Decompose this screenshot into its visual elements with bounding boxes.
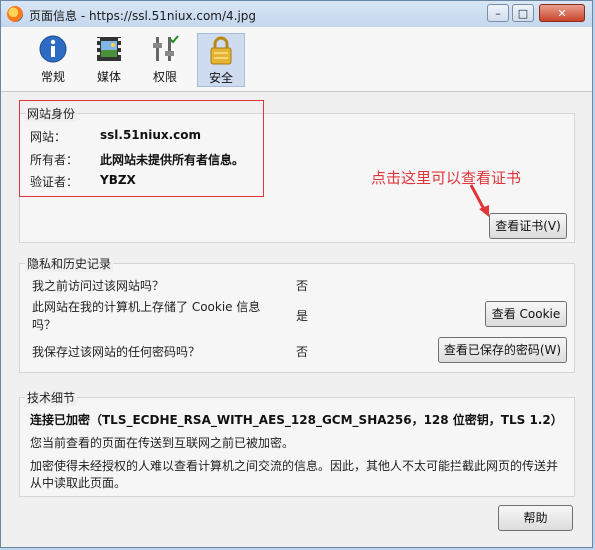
- close-button[interactable]: ✕: [539, 4, 585, 22]
- tab-security-label: 安全: [208, 71, 233, 85]
- annotation-highlight-box: [19, 100, 264, 197]
- lock-icon: [210, 36, 232, 65]
- passwords-answer: 否: [296, 345, 309, 359]
- encryption-note: 您当前查看的页面在传送到互联网之前已被加密。: [30, 436, 295, 450]
- annotation-text: 点击这里可以查看证书: [371, 169, 522, 187]
- page-info-window: 页面信息 - https://ssl.51niux.com/4.jpg – □ …: [0, 0, 593, 548]
- visited-answer: 否: [296, 279, 309, 293]
- minimize-button[interactable]: –: [487, 4, 509, 22]
- media-icon: [97, 37, 121, 61]
- passwords-question: 我保存过该网站的任何密码吗？: [32, 345, 201, 359]
- tab-permissions[interactable]: 权限: [141, 33, 189, 87]
- tab-security[interactable]: 安全: [197, 33, 245, 87]
- view-cookie-button[interactable]: 查看 Cookie: [485, 301, 567, 327]
- cookie-question-line1: 此网站在我的计算机上存储了 Cookie 信息: [32, 300, 261, 314]
- visited-question: 我之前访问过该网站吗？: [32, 279, 165, 293]
- encryption-summary: 连接已加密（TLS_ECDHE_RSA_WITH_AES_128_GCM_SHA…: [30, 413, 563, 427]
- cookie-answer: 是: [296, 309, 309, 323]
- firefox-icon: [7, 6, 23, 22]
- tab-permissions-label: 权限: [152, 70, 177, 84]
- cookie-question-line2: 吗？: [32, 318, 57, 332]
- help-button[interactable]: 帮助: [498, 505, 573, 531]
- title-bar: 页面信息 - https://ssl.51niux.com/4.jpg – □ …: [1, 1, 592, 28]
- view-saved-passwords-button[interactable]: 查看已保存的密码(W): [438, 337, 567, 363]
- permissions-icon: [153, 35, 179, 61]
- tab-media[interactable]: 媒体: [85, 33, 133, 87]
- toolbar: 常规 媒体 权限 安全: [1, 27, 592, 92]
- tab-general-label: 常规: [40, 70, 65, 84]
- annotation-arrow-icon: [469, 184, 489, 217]
- tab-general[interactable]: 常规: [29, 33, 77, 87]
- maximize-button[interactable]: □: [512, 4, 534, 22]
- encryption-description-line2: 从中读取此页面。: [30, 476, 127, 490]
- privacy-legend: 隐私和历史记录: [25, 255, 114, 272]
- window-title: 页面信息 - https://ssl.51niux.com/4.jpg: [29, 9, 257, 23]
- view-certificate-button[interactable]: 查看证书(V): [489, 213, 567, 239]
- encryption-description-line1: 加密使得未经授权的人难以查看计算机之间交流的信息。因此，其他人不太可能拦截此网页…: [30, 459, 559, 473]
- technical-legend: 技术细节: [25, 389, 78, 406]
- tab-media-label: 媒体: [96, 70, 121, 84]
- info-icon: [39, 35, 67, 63]
